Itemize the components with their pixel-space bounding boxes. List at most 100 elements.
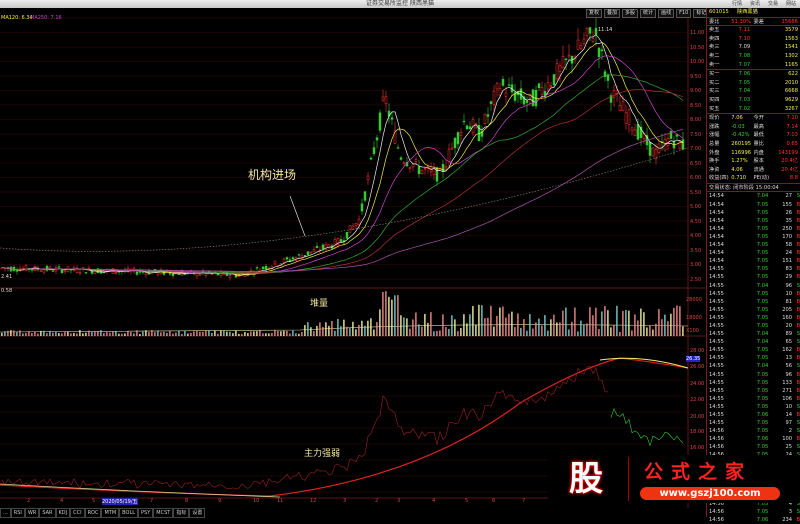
volume-bar [391, 299, 393, 336]
window-control[interactable]: 网站 [782, 0, 800, 8]
toolbar-button[interactable]: 统计 [640, 9, 657, 18]
volume-bar [601, 311, 603, 336]
candle-body [492, 91, 496, 105]
volume-bar [67, 331, 69, 336]
stat-value: 143199 [778, 149, 798, 156]
tick-price: 7.05 [756, 225, 769, 232]
volume-bar [202, 331, 204, 336]
stock-name: 陕西黑猫 [737, 9, 758, 15]
volume-bar [52, 332, 54, 336]
price-axis-label: 11.00 [690, 30, 705, 36]
order-book-row: 卖一 7.07 1165 [707, 61, 800, 70]
candle-body [648, 141, 652, 156]
stat-value: 260195 [731, 140, 752, 147]
tick-time: 14:55 [709, 363, 724, 370]
volume-bar [325, 322, 327, 336]
volume-bar [271, 332, 273, 336]
tick-row: 14:55 7.05 10 S [707, 403, 800, 411]
toolbar-button[interactable]: 画线 [658, 9, 675, 18]
candle-body [273, 260, 277, 265]
volume-bar [505, 317, 507, 336]
date-axis-label: 2 [375, 498, 379, 504]
candle-body [489, 101, 493, 104]
tick-volume: 250 [782, 225, 793, 232]
level-price: 7.07 [738, 61, 751, 68]
candle-body [39, 270, 43, 272]
toolbar-button[interactable]: 复权 [586, 9, 603, 18]
tick-price: 7.04 [756, 193, 769, 200]
volume-bar [388, 296, 390, 336]
indicator-strength-line-down [610, 408, 684, 447]
date-axis-label: 5 [465, 498, 469, 504]
stat-label: 最高 [753, 123, 764, 130]
indicator-axis-label: 22.00 [690, 397, 705, 403]
tick-price: 7.05 [756, 306, 769, 313]
volume-bar [79, 330, 81, 336]
order-book-row: 卖三 7.09 1541 [707, 43, 800, 52]
price-axis-label: 8.00 [690, 117, 702, 123]
tick-price: 7.04 [756, 339, 769, 346]
tick-side: B [796, 258, 800, 265]
tick-volume: 205 [782, 306, 793, 313]
tick-price: 7.05 [756, 371, 769, 378]
price-axis-label: 5.50 [690, 189, 702, 196]
tick-time: 14:55 [709, 314, 724, 321]
low-label: 2.41 [1, 274, 13, 280]
level-volume: 1563 [784, 35, 799, 42]
volume-bar [19, 330, 21, 336]
candle-body [435, 167, 439, 182]
volume-bar [289, 333, 291, 336]
trade-status: 交易状态: 闭市阶段 15:00:04 [707, 182, 800, 192]
stat-label: PE(动) [753, 175, 770, 182]
kline-chart[interactable] [0, 8, 706, 508]
volume-bar [217, 333, 219, 336]
order-book-row: 买三 7.04 6668 [707, 87, 800, 96]
tick-side: S [796, 403, 800, 410]
tick-side: S [796, 282, 800, 289]
toolbar-button[interactable]: F10 [676, 9, 692, 18]
volume-bar [22, 333, 24, 336]
tick-price: 7.05 [756, 379, 769, 386]
volume-bar [382, 291, 384, 336]
candle-body [408, 166, 412, 169]
date-axis-label: 8 [185, 498, 189, 504]
volume-bar [640, 308, 642, 336]
price-axis-label: 9.00 [690, 88, 702, 94]
stat-label: 外盘 [709, 149, 720, 156]
candle-body [30, 269, 34, 271]
candle-body [321, 244, 325, 249]
window-control[interactable]: 资讯 [746, 0, 764, 8]
volume-bar [46, 333, 48, 336]
candle-body [501, 79, 505, 86]
volume-bar [85, 332, 87, 336]
indicator-axis-label: 24.00 [690, 381, 705, 387]
tick-row: 14:56 7.05 3 S [707, 508, 800, 516]
volume-bar [304, 325, 306, 336]
tick-volume: 89 [785, 331, 793, 338]
tick-time: 14:55 [709, 379, 724, 386]
stat-value: -0.03 [731, 123, 745, 130]
candle-body [456, 132, 460, 145]
stat-value: 7.03 [786, 132, 798, 139]
volume-bar [124, 333, 126, 336]
date-axis-label: 2 [27, 498, 31, 504]
window-control[interactable]: 行情 [728, 0, 746, 8]
volume-bar [445, 327, 447, 336]
volume-bar [676, 305, 678, 336]
volume-bar [478, 304, 480, 336]
price-axis-label: 10.00 [690, 59, 705, 65]
candle-body [558, 65, 562, 72]
level-label: 卖三 [709, 44, 720, 51]
tick-price: 7.05 [756, 217, 769, 224]
stat-value: -0.42% [731, 132, 750, 139]
volume-bar [385, 291, 387, 336]
volume-bar [148, 332, 150, 336]
toolbar-button[interactable]: 叠加 [604, 9, 621, 18]
window-title: 证券交易所监控 陕西黑猫 [0, 0, 800, 8]
order-book-row: 卖二 7.08 1302 [707, 52, 800, 61]
tick-volume: 97 [785, 420, 793, 427]
window-control[interactable]: 交易 [764, 0, 782, 8]
tick-row: 14:54 7.05 35 B [707, 217, 800, 225]
toolbar-button[interactable]: 多股 [622, 9, 639, 18]
candle-body [552, 74, 556, 86]
